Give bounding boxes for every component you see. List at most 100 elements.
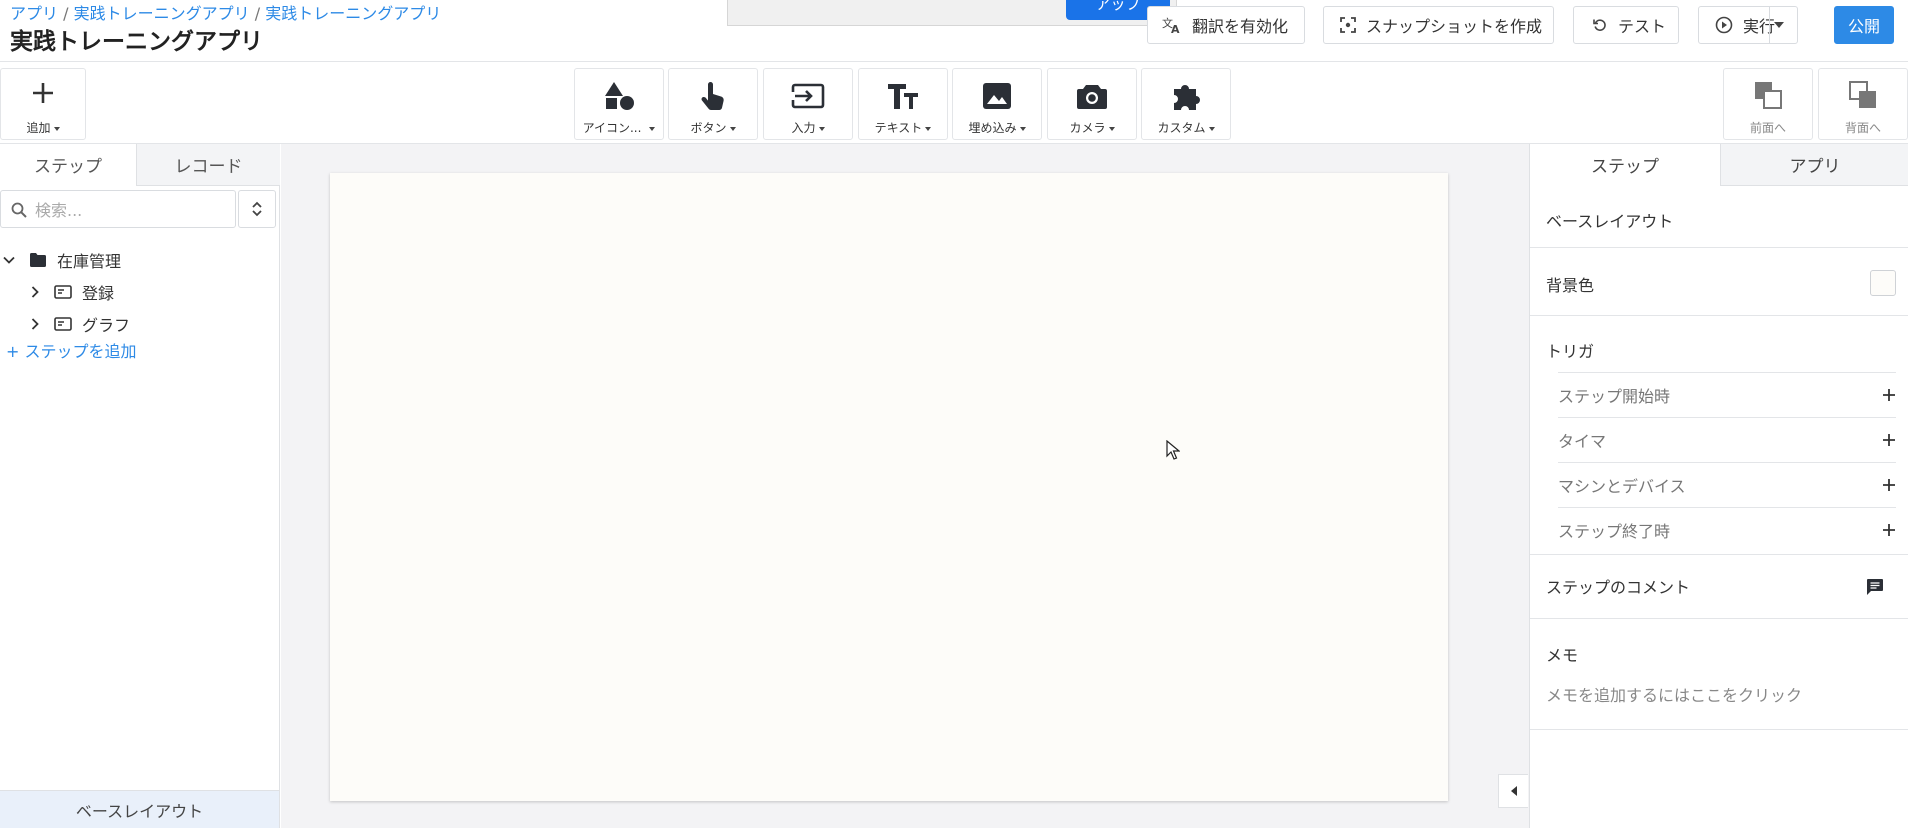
trigger-label: ステップ終了時 (1558, 522, 1671, 541)
search-icon (11, 202, 27, 218)
chevron-down-icon (1773, 22, 1784, 28)
send-backward-button[interactable]: 背面へ (1818, 68, 1908, 140)
tool-input[interactable]: 入力 (763, 68, 853, 140)
step-comments-title: ステップのコメント (1546, 578, 1691, 597)
tool-icons-shapes[interactable]: アイコン... (574, 68, 664, 140)
tool-camera-label: カメラ (1069, 121, 1106, 135)
plus-icon: + (6, 342, 20, 361)
image-icon (983, 83, 1011, 109)
snapshot-icon (1340, 17, 1356, 33)
tool-custom-label: カスタム (1157, 121, 1206, 135)
run-options-dropdown[interactable] (1769, 7, 1797, 43)
sort-chevrons-icon (252, 201, 262, 217)
right-tabs: ステップ アプリ (1530, 144, 1908, 186)
add-widget-button[interactable]: 追加 (0, 68, 86, 140)
camera-icon (1077, 85, 1107, 109)
breadcrumb-separator: / (63, 4, 69, 23)
test-button[interactable]: テスト (1573, 6, 1679, 44)
background-color-swatch[interactable] (1870, 270, 1896, 296)
text-icon (888, 84, 918, 109)
sort-button[interactable] (238, 190, 276, 228)
add-trigger-plus-icon[interactable] (1882, 523, 1896, 537)
breadcrumb-separator: / (254, 4, 261, 23)
breadcrumb: アプリ / 実践トレーニングアプリ / 実践トレーニングアプリ (10, 0, 441, 24)
tab-records[interactable]: レコード (136, 144, 280, 186)
tree-step-row[interactable]: グラフ (0, 310, 278, 338)
folder-icon (30, 253, 46, 267)
shapes-icon (605, 82, 634, 110)
tool-icons-label: アイコン... (582, 121, 642, 135)
base-layout-selector[interactable]: ベースレイアウト (1546, 208, 1673, 232)
tree-step-label: グラフ (82, 316, 131, 335)
trigger-label: タイマ (1558, 432, 1607, 451)
tool-custom[interactable]: カスタム (1141, 68, 1231, 140)
tree-folder-row[interactable]: 在庫管理 (0, 246, 278, 274)
triggers-title: トリガ (1546, 342, 1595, 361)
input-icon (791, 83, 825, 109)
tool-camera[interactable]: カメラ (1047, 68, 1137, 140)
svg-text:A: A (1171, 23, 1180, 34)
step-page-icon (54, 317, 72, 331)
translate-icon: 文 A (1162, 16, 1180, 34)
trigger-row: ステップ開始時 (1558, 372, 1896, 417)
tool-embed[interactable]: 埋め込み (952, 68, 1042, 140)
breadcrumb-link-app[interactable]: 実践トレーニングアプリ (74, 4, 250, 23)
tool-button[interactable]: ボタン (668, 68, 758, 140)
tab-app-properties[interactable]: アプリ (1720, 144, 1908, 186)
tree-step-row[interactable]: 登録 (0, 278, 278, 306)
collapse-right-panel-button[interactable] (1498, 774, 1528, 808)
tree-folder-label: 在庫管理 (57, 252, 122, 271)
left-tabs: ステップ レコード (0, 144, 280, 186)
trigger-row: マシンとデバイス (1558, 462, 1896, 507)
background-color-label: 背景色 (1546, 276, 1595, 295)
create-snapshot-button[interactable]: スナップショットを作成 (1323, 6, 1554, 44)
step-search (0, 190, 236, 228)
tool-text-label: テキスト (874, 121, 923, 135)
restart-icon (1593, 19, 1606, 31)
add-trigger-plus-icon[interactable] (1882, 388, 1896, 402)
add-widget-label: 追加 (26, 121, 51, 135)
chevron-right-icon[interactable] (28, 285, 42, 299)
canvas-area (281, 144, 1529, 828)
enable-translation-label: 翻訳を有効化 (1192, 17, 1289, 36)
test-label: テスト (1618, 17, 1667, 36)
properties-panel: ステップ アプリ ベースレイアウト 背景色 トリガ ステップ開始時 タイマ マシ… (1529, 144, 1908, 828)
add-trigger-plus-icon[interactable] (1882, 478, 1896, 492)
create-snapshot-label: スナップショットを作成 (1366, 17, 1543, 36)
puzzle-icon (1174, 85, 1200, 110)
trigger-row: ステップ終了時 (1558, 507, 1896, 552)
pointer-hand-icon (701, 82, 724, 111)
trigger-row: タイマ (1558, 417, 1896, 462)
tab-steps[interactable]: ステップ (0, 144, 136, 186)
breadcrumb-link-app-current[interactable]: 実践トレーニングアプリ (265, 4, 441, 23)
enable-translation-button[interactable]: 文 A 翻訳を有効化 (1147, 6, 1305, 44)
tool-input-label: 入力 (791, 121, 816, 135)
memo-add-area[interactable]: メモを追加するにはここをクリック (1546, 682, 1802, 706)
publish-button[interactable]: 公開 (1834, 6, 1894, 44)
send-backward-label: 背面へ (1844, 121, 1881, 135)
step-search-input[interactable] (35, 199, 225, 221)
tool-embed-label: 埋め込み (968, 121, 1017, 135)
tab-step-properties[interactable]: ステップ (1530, 144, 1720, 186)
add-step-link[interactable]: + ステップを追加 (6, 338, 137, 362)
breadcrumb-link-apps[interactable]: アプリ (10, 4, 58, 23)
tree-step-label: 登録 (82, 284, 115, 303)
step-canvas[interactable] (330, 173, 1448, 801)
chevron-down-icon[interactable] (2, 253, 16, 267)
caret-left-icon (1510, 786, 1517, 796)
header: アプリ / 実践トレーニングアプリ / 実践トレーニングアプリ 実践トレーニング… (0, 0, 1908, 62)
play-circle-icon (1715, 16, 1733, 34)
run-button[interactable]: 実行 (1698, 6, 1798, 44)
widget-toolbar: 追加 アイコン... ボタン 入力 テキスト 埋め込み カメラ カスタム 前面へ… (0, 62, 1908, 144)
trigger-label: ステップ開始時 (1558, 387, 1671, 406)
bring-forward-button[interactable]: 前面へ (1723, 68, 1813, 140)
base-layout-button[interactable]: ベースレイアウト (0, 790, 279, 828)
tool-text[interactable]: テキスト (858, 68, 948, 140)
memo-title: メモ (1546, 646, 1579, 665)
comment-icon[interactable] (1866, 578, 1884, 596)
add-trigger-plus-icon[interactable] (1882, 433, 1896, 447)
bring-forward-label: 前面へ (1749, 121, 1786, 135)
bring-forward-icon (1755, 82, 1782, 109)
chevron-right-icon[interactable] (28, 317, 42, 331)
send-backward-icon (1849, 81, 1876, 108)
